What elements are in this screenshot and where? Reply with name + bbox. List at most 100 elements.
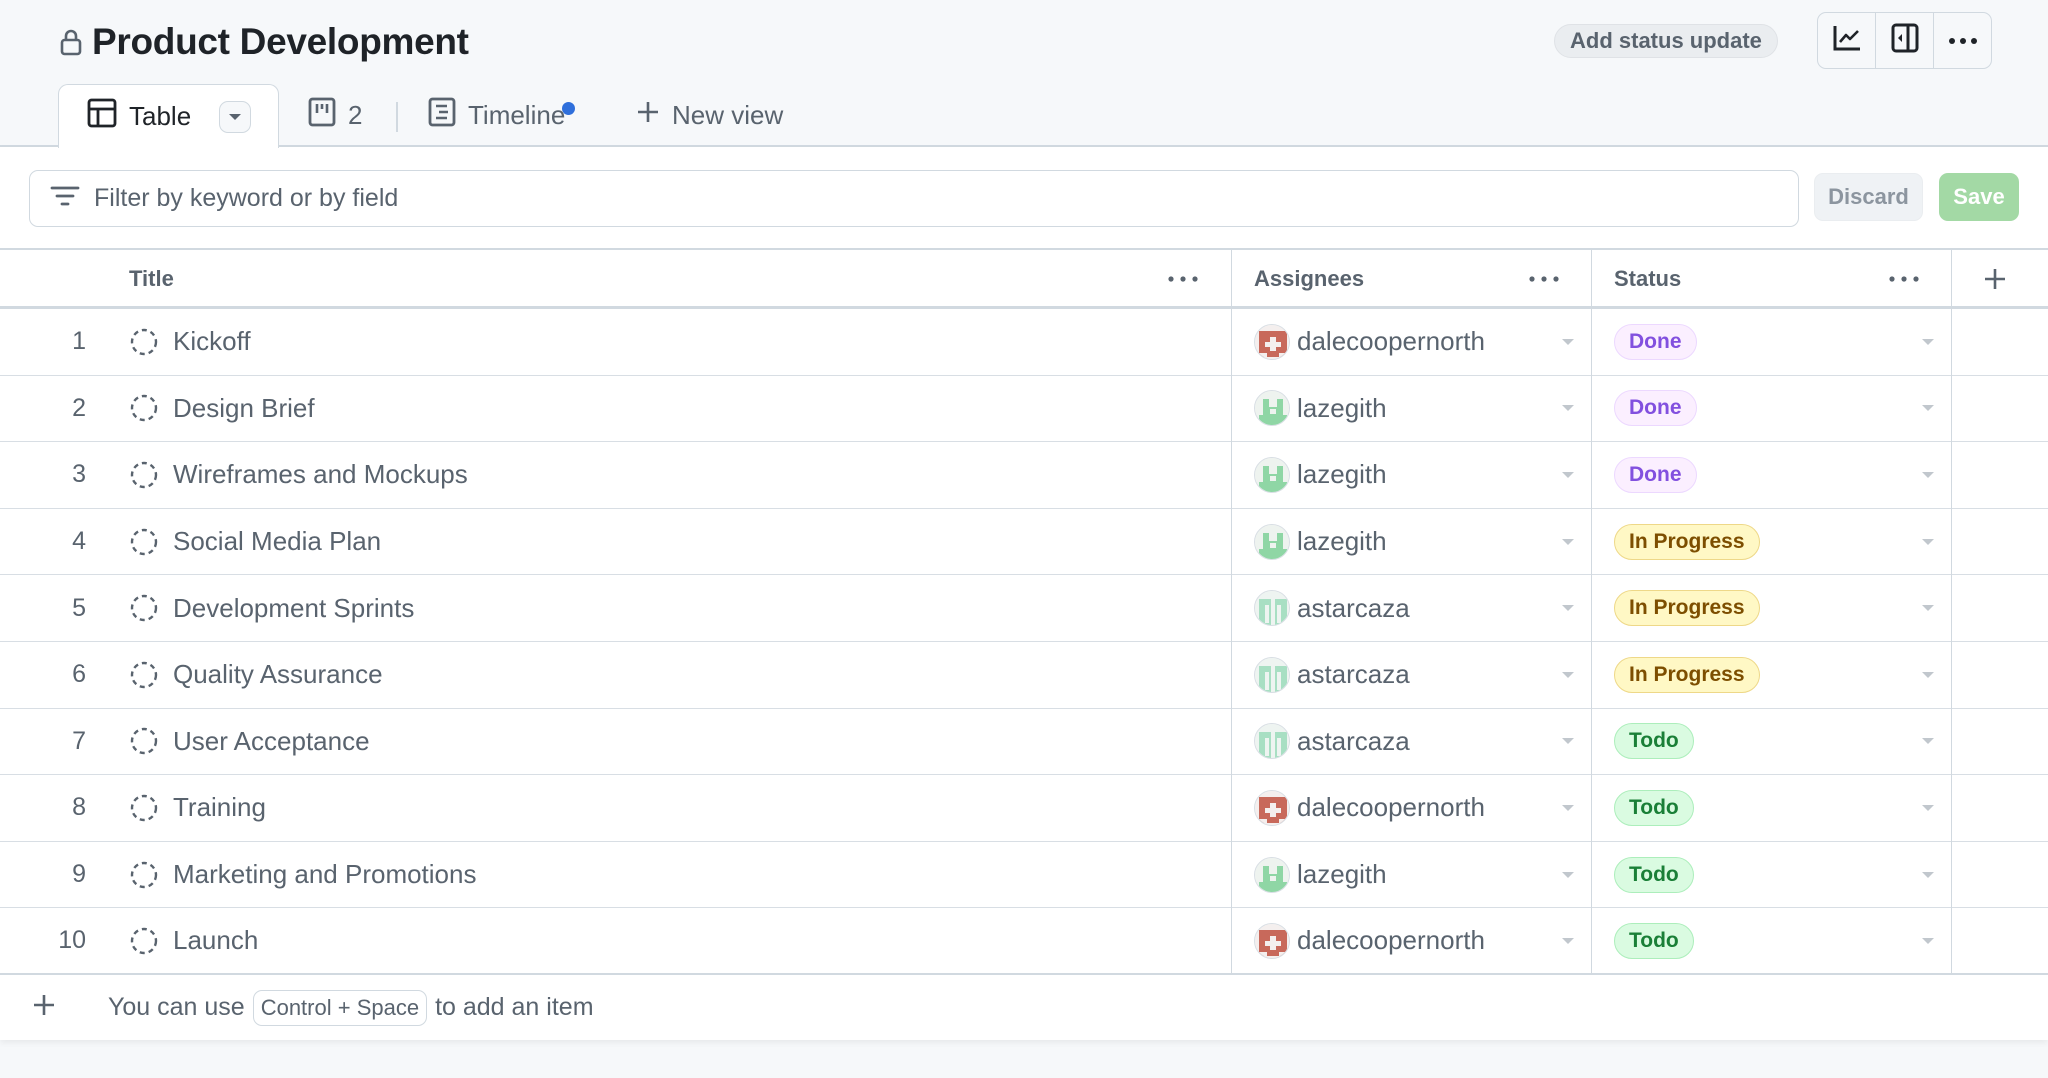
add-item-row[interactable]: You can use Control + Space to add an it… <box>0 975 2048 1040</box>
assignee-dropdown[interactable] <box>1561 442 1575 508</box>
assignee-name: dalecoopernorth <box>1297 792 1485 823</box>
column-header-assignees[interactable]: Assignees <box>1254 250 1364 308</box>
filter-input[interactable] <box>94 184 1694 213</box>
column-menu-title[interactable] <box>1168 250 1198 308</box>
row-number: 7 <box>72 726 86 755</box>
status-badge[interactable]: Todo <box>1614 723 1694 760</box>
assignee-dropdown[interactable] <box>1561 775 1575 841</box>
avatar <box>1254 723 1290 760</box>
status-badge[interactable]: Todo <box>1614 922 1694 959</box>
table-row[interactable]: 5 Development Sprints astarcaza In Progr… <box>0 575 2048 642</box>
column-menu-status[interactable] <box>1889 250 1919 308</box>
hint-suffix: to add an item <box>435 993 594 1021</box>
assignee-dropdown[interactable] <box>1561 642 1575 708</box>
assignee-dropdown[interactable] <box>1561 709 1575 775</box>
triangle-down-icon <box>1921 932 1935 950</box>
table-row[interactable]: 3 Wireframes and Mockups lazegith Done <box>0 442 2048 509</box>
status-badge[interactable]: Done <box>1614 456 1697 493</box>
assignee-cell[interactable]: lazegith <box>1254 442 1387 508</box>
triangle-down-icon <box>1561 466 1575 484</box>
add-status-update-button[interactable]: Add status update <box>1554 24 1778 58</box>
status-dropdown[interactable] <box>1921 709 1935 775</box>
status-dropdown[interactable] <box>1921 442 1935 508</box>
table-row[interactable]: 2 Design Brief lazegith Done <box>0 376 2048 443</box>
assignee-name: lazegith <box>1297 392 1387 423</box>
draft-issue-icon <box>129 660 159 690</box>
status-badge[interactable]: Done <box>1614 390 1697 427</box>
more-options-button[interactable] <box>1934 13 1991 68</box>
status-badge[interactable]: In Progress <box>1614 523 1760 560</box>
status-dropdown[interactable] <box>1921 509 1935 575</box>
status-dropdown[interactable] <box>1921 309 1935 375</box>
table-row[interactable]: 6 Quality Assurance astarcaza In Progres… <box>0 642 2048 709</box>
assignee-dropdown[interactable] <box>1561 908 1575 973</box>
assignee-cell[interactable]: dalecoopernorth <box>1254 775 1485 841</box>
item-title[interactable]: Wireframes and Mockups <box>173 442 468 508</box>
insights-button[interactable] <box>1818 13 1876 68</box>
assignee-cell[interactable]: dalecoopernorth <box>1254 309 1485 375</box>
new-view-button[interactable]: New view <box>636 84 783 147</box>
status-dropdown[interactable] <box>1921 908 1935 973</box>
item-title[interactable]: Kickoff <box>173 309 251 375</box>
table-row[interactable]: 7 User Acceptance astarcaza Todo <box>0 709 2048 776</box>
filter-bar[interactable] <box>29 170 1799 227</box>
draft-issue-icon <box>129 926 159 956</box>
item-title[interactable]: Social Media Plan <box>173 509 381 575</box>
assignee-cell[interactable]: astarcaza <box>1254 642 1410 708</box>
status-dropdown[interactable] <box>1921 642 1935 708</box>
column-header-title[interactable]: Title <box>129 250 174 308</box>
item-title[interactable]: Marketing and Promotions <box>173 842 476 908</box>
item-title[interactable]: Training <box>173 775 266 841</box>
add-item-plus-icon[interactable] <box>32 993 56 1022</box>
assignee-cell[interactable]: lazegith <box>1254 509 1387 575</box>
tab-table[interactable]: Table <box>58 84 279 148</box>
status-badge[interactable]: In Progress <box>1614 656 1760 693</box>
project-title-row: Product Development <box>58 18 469 66</box>
column-header-status[interactable]: Status <box>1614 250 1681 308</box>
column-menu-assignees[interactable] <box>1529 250 1559 308</box>
draft-issue-icon <box>129 726 159 756</box>
table-row[interactable]: 8 Training dalecoopernorth Todo <box>0 775 2048 842</box>
assignee-cell[interactable]: astarcaza <box>1254 709 1410 775</box>
assignee-dropdown[interactable] <box>1561 842 1575 908</box>
assignee-cell[interactable]: lazegith <box>1254 842 1387 908</box>
save-button[interactable]: Save <box>1939 173 2019 221</box>
status-badge[interactable]: Done <box>1614 323 1697 360</box>
assignee-dropdown[interactable] <box>1561 376 1575 442</box>
item-title[interactable]: Quality Assurance <box>173 642 383 708</box>
add-field-button[interactable] <box>1983 250 2007 308</box>
status-dropdown[interactable] <box>1921 775 1935 841</box>
table-row[interactable]: 10 Launch dalecoopernorth Todo <box>0 908 2048 975</box>
tab-board[interactable]: 2 <box>308 84 362 147</box>
status-dropdown[interactable] <box>1921 575 1935 641</box>
view-options-dropdown[interactable] <box>219 100 252 133</box>
status-badge[interactable]: In Progress <box>1614 590 1760 627</box>
toggle-sidebar-button[interactable] <box>1876 13 1934 68</box>
triangle-down-icon <box>229 113 242 120</box>
status-badge[interactable]: Todo <box>1614 789 1694 826</box>
status-badge[interactable]: Todo <box>1614 856 1694 893</box>
table-row[interactable]: 1 Kickoff dalecoopernorth Done <box>0 309 2048 376</box>
assignee-cell[interactable]: astarcaza <box>1254 575 1410 641</box>
table-icon <box>87 98 117 135</box>
assignee-name: dalecoopernorth <box>1297 925 1485 956</box>
item-title[interactable]: Development Sprints <box>173 575 414 641</box>
table-row[interactable]: 9 Marketing and Promotions lazegith Todo <box>0 842 2048 909</box>
item-title[interactable]: Launch <box>173 908 258 973</box>
status-dropdown[interactable] <box>1921 842 1935 908</box>
item-title[interactable]: User Acceptance <box>173 709 370 775</box>
assignee-dropdown[interactable] <box>1561 575 1575 641</box>
status-dropdown[interactable] <box>1921 376 1935 442</box>
item-title[interactable]: Design Brief <box>173 376 315 442</box>
assignee-name: astarcaza <box>1297 659 1410 690</box>
table-row[interactable]: 4 Social Media Plan lazegith In Progress <box>0 509 2048 576</box>
tab-label: Table <box>129 101 192 131</box>
row-number: 3 <box>72 460 86 489</box>
assignee-cell[interactable]: dalecoopernorth <box>1254 908 1485 973</box>
discard-button[interactable]: Discard <box>1814 173 1923 221</box>
assignee-dropdown[interactable] <box>1561 509 1575 575</box>
assignee-cell[interactable]: lazegith <box>1254 376 1387 442</box>
avatar <box>1254 590 1290 627</box>
assignee-dropdown[interactable] <box>1561 309 1575 375</box>
tab-timeline[interactable]: Timeline <box>428 84 575 147</box>
